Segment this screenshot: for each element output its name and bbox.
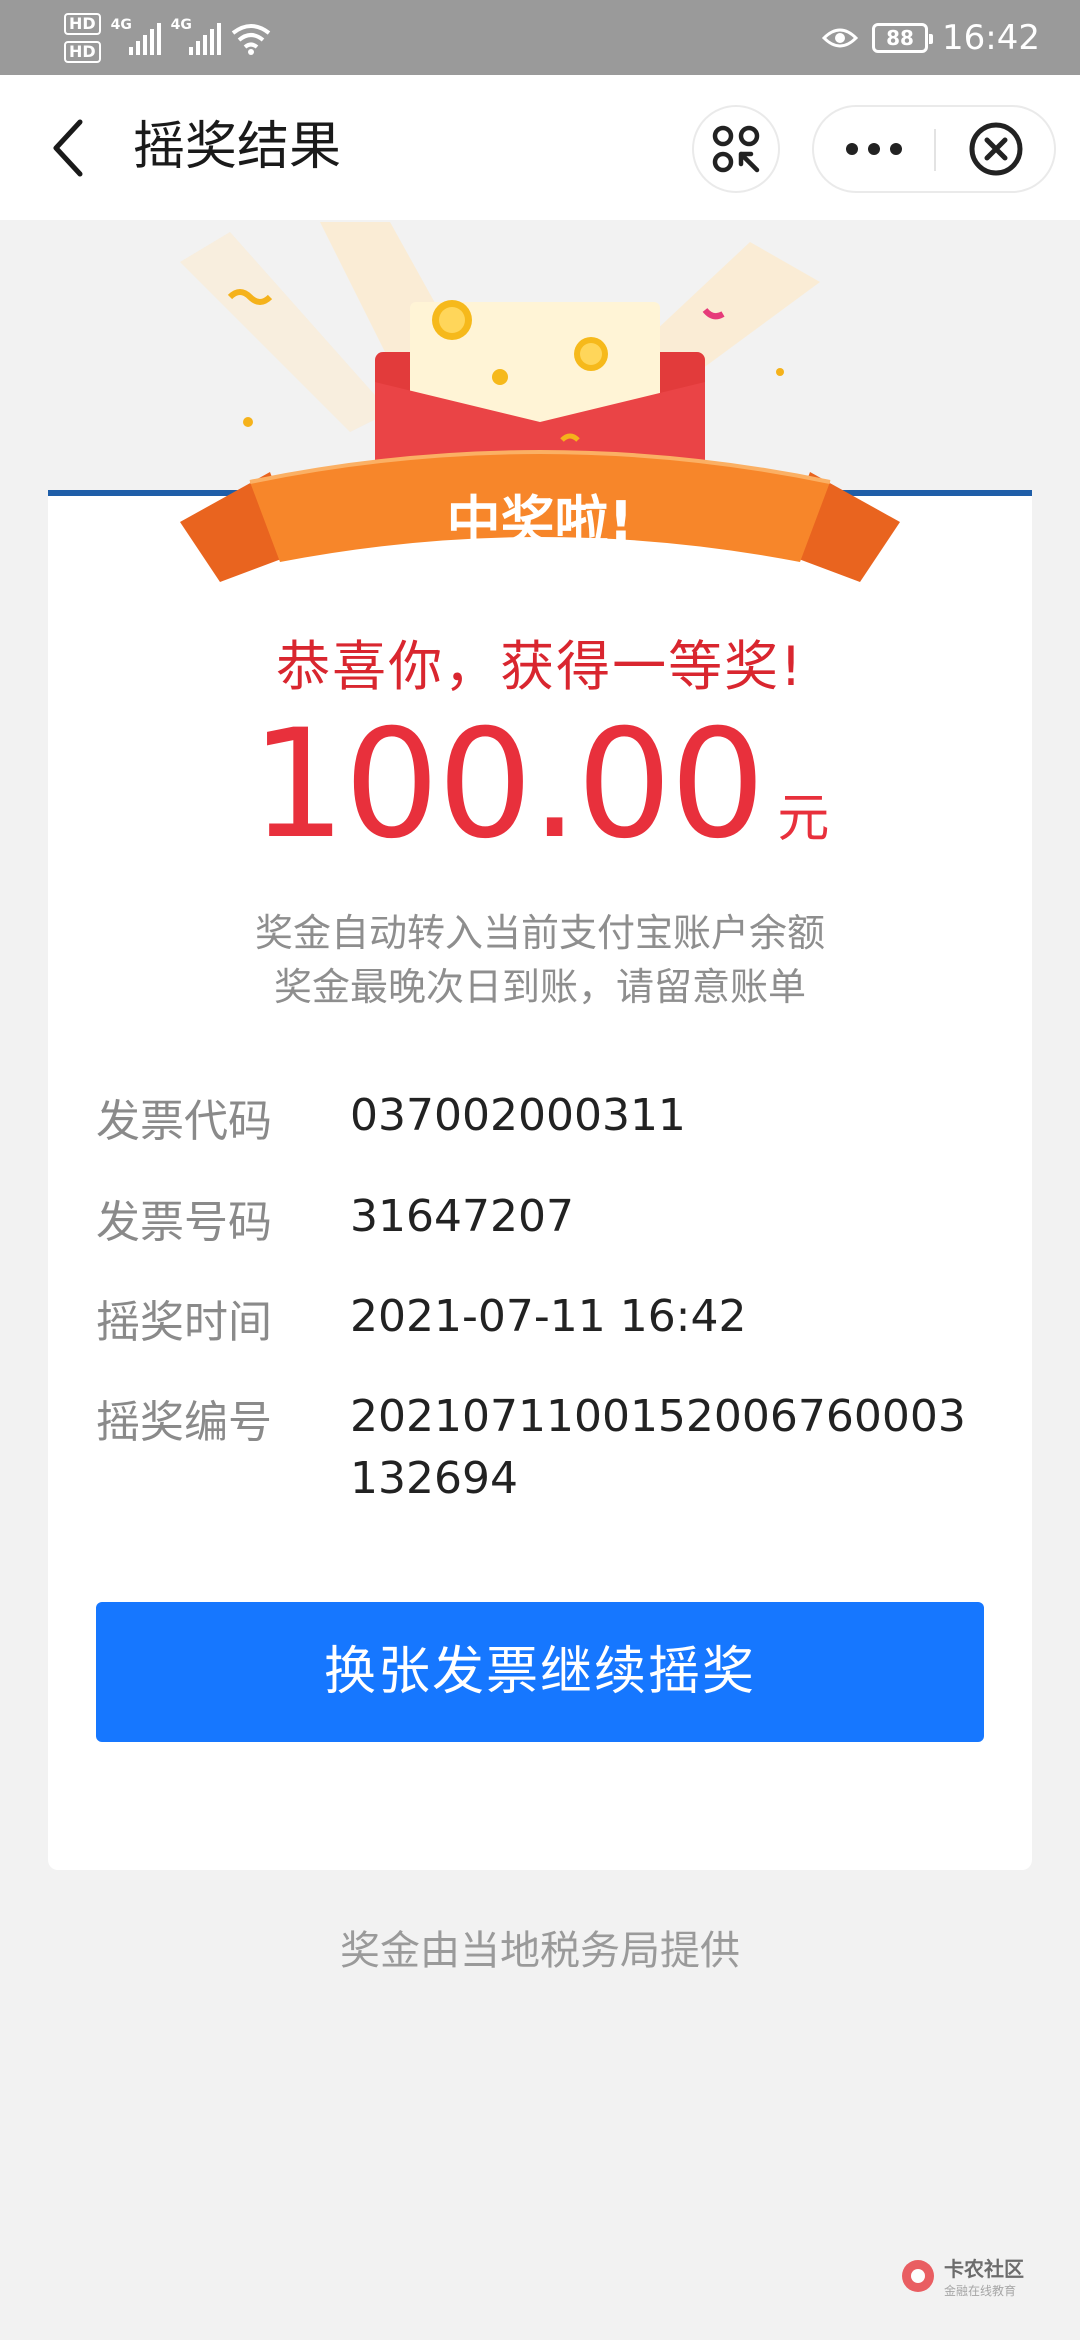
info-value: 31647207 [350, 1191, 574, 1242]
wifi-icon [231, 24, 270, 55]
mini-program-capsule [812, 105, 1056, 193]
battery-icon: 88 [872, 22, 934, 53]
status-time: 16:42 [942, 17, 1040, 58]
chevron-left-icon [53, 119, 83, 177]
close-circle-icon [969, 122, 1023, 176]
watermark-logo-icon [902, 2260, 934, 2292]
hd-badge-2: HD [64, 41, 101, 63]
info-label: 摇奖编号 [96, 1397, 272, 1448]
watermark-title: 卡农社区 [944, 2257, 1024, 2281]
watermark-subtitle: 金融在线教育 [944, 2284, 1017, 2298]
retry-draw-button[interactable]: 换张发票继续摇奖 [96, 1602, 984, 1742]
scan-button[interactable] [692, 105, 780, 193]
result-headline: 恭喜你，获得一等奖! [276, 635, 804, 698]
prize-amount-value: 100.00 [250, 698, 766, 872]
more-dots-icon [846, 143, 902, 155]
close-button[interactable] [938, 107, 1054, 191]
status-right: 88 16:42 [822, 0, 1040, 75]
signal-2-icon: 4G [171, 17, 221, 55]
card-scalloped-edge [48, 1858, 1032, 1882]
hd-badge-1: HD [64, 13, 101, 35]
prize-illustration: 中奖啦! [180, 222, 900, 582]
page-title: 摇奖结果 [133, 117, 342, 177]
prize-amount-unit: 元 [777, 789, 830, 849]
ribbon-banner-text: 中奖啦! [447, 490, 634, 553]
hd-indicators: HD HD [64, 13, 101, 63]
watermark: 卡农社区 金融在线教育 [900, 2250, 1060, 2302]
info-value: 2021-07-11 16:42 [350, 1291, 747, 1342]
nav-bar: 摇奖结果 [0, 75, 1080, 220]
prize-amount: 100.00 元 [48, 700, 1032, 870]
info-label: 发票代码 [96, 1096, 272, 1147]
status-bar: HD HD 4G 4G 88 16:42 [0, 0, 1080, 75]
scan-icon [712, 125, 760, 173]
payout-note-line-2: 奖金最晚次日到账，请留意账单 [273, 965, 806, 1009]
sim1-network-label: 4G [110, 17, 132, 33]
footer-note: 奖金由当地税务局提供 [340, 1928, 740, 1974]
eye-icon [822, 28, 859, 47]
status-left: HD HD 4G 4G [64, 8, 271, 68]
back-button[interactable] [40, 115, 96, 181]
sim2-network-label: 4G [170, 17, 192, 33]
capsule-divider [934, 129, 936, 171]
signal-1-icon: 4G [111, 17, 161, 55]
payout-note-line-1: 奖金自动转入当前支付宝账户余额 [254, 911, 825, 955]
info-label: 发票号码 [96, 1197, 272, 1248]
watermark-text: 卡农社区 金融在线教育 [944, 2253, 1024, 2299]
info-value: 2021071100152006760003132694 [350, 1391, 966, 1504]
more-button[interactable] [814, 107, 934, 191]
info-value: 037002000311 [350, 1090, 686, 1141]
info-label: 摇奖时间 [96, 1297, 272, 1348]
